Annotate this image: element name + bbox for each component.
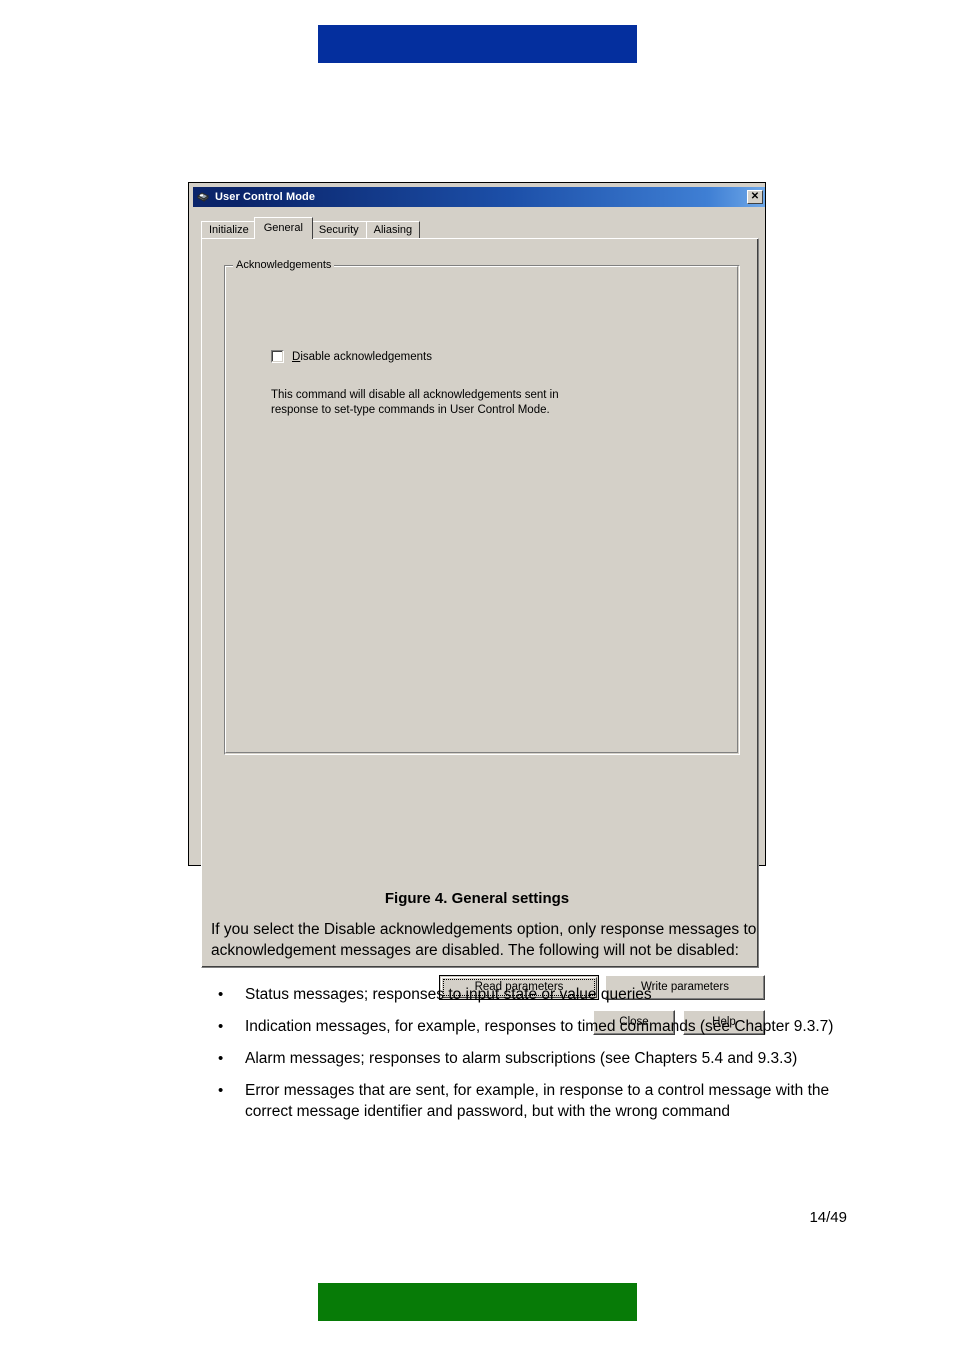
tab-label: Initialize xyxy=(209,224,249,236)
acknowledgements-description: This command will disable all acknowledg… xyxy=(271,388,671,418)
tab-security[interactable]: Security xyxy=(310,221,367,239)
disable-acknowledgements-checkbox-row[interactable]: Disable acknowledgements xyxy=(271,350,432,363)
figure-caption: Figure 4. General settings xyxy=(384,890,570,907)
dialog-titlebar[interactable]: User Control Mode ✕ xyxy=(193,187,765,207)
button-label: Help xyxy=(712,1015,736,1028)
checkbox-label: Disable acknowledgements xyxy=(292,351,432,363)
intro-paragraph: If you select the Disable acknowledgemen… xyxy=(211,921,757,959)
checkbox-label-rest: isable acknowledgements xyxy=(300,350,433,363)
tab-aliasing[interactable]: Aliasing xyxy=(365,221,421,239)
list-item-text: Indication messages, for example, respon… xyxy=(245,1018,834,1035)
bottom-color-bar xyxy=(318,1283,637,1321)
device-network-icon xyxy=(195,189,211,205)
bullet-icon: • xyxy=(218,1082,224,1099)
list-item: • Error messages that are sent, for exam… xyxy=(211,1080,847,1122)
tab-label: Aliasing xyxy=(373,224,413,236)
tab-label: General xyxy=(263,222,303,234)
list-item: • Alarm messages; responses to alarm sub… xyxy=(211,1048,847,1069)
button-label: Close xyxy=(619,1015,649,1028)
list-item-text: Alarm messages; responses to alarm subsc… xyxy=(245,1050,798,1067)
close-icon[interactable]: ✕ xyxy=(747,190,763,204)
list-item-text: Status messages; responses to input stat… xyxy=(245,986,652,1003)
button-label: Write parameters xyxy=(641,980,729,993)
tab-initialize[interactable]: Initialize xyxy=(201,221,257,239)
top-color-bar xyxy=(318,25,637,63)
tabstrip: Initialize General Security Aliasing xyxy=(201,217,421,239)
list-item: • Indication messages, for example, resp… xyxy=(211,1016,847,1037)
groupbox-inner-border xyxy=(225,266,738,753)
description-line-1: This command will disable all acknowledg… xyxy=(271,389,559,401)
groupbox-legend: Acknowledgements xyxy=(233,259,335,271)
bullet-list: • Status messages; responses to input st… xyxy=(211,984,847,1133)
page-number: 14/49 xyxy=(809,1209,847,1226)
user-control-mode-dialog: User Control Mode ✕ Initialize General S… xyxy=(188,182,766,1035)
tab-general[interactable]: General xyxy=(253,217,313,239)
description-line-2: response to set-type commands in User Co… xyxy=(271,404,550,416)
tab-page-general: Acknowledgements Disable acknowledgement… xyxy=(201,238,759,968)
dialog-title: User Control Mode xyxy=(215,191,316,203)
list-item-text: Error messages that are sent, for exampl… xyxy=(245,1082,830,1120)
button-label: Read parameters xyxy=(474,980,564,993)
bullet-icon: • xyxy=(218,986,224,1003)
acknowledgements-groupbox: Acknowledgements Disable acknowledgement… xyxy=(224,259,740,755)
bullet-icon: • xyxy=(218,1018,224,1035)
tab-label: Security xyxy=(318,224,359,236)
checkbox-box-icon[interactable] xyxy=(271,350,284,363)
bullet-icon: • xyxy=(218,1050,224,1067)
dialog-inner-frame: User Control Mode ✕ Initialize General S… xyxy=(190,184,765,1035)
tab-page-inner: Acknowledgements Disable acknowledgement… xyxy=(202,239,758,967)
